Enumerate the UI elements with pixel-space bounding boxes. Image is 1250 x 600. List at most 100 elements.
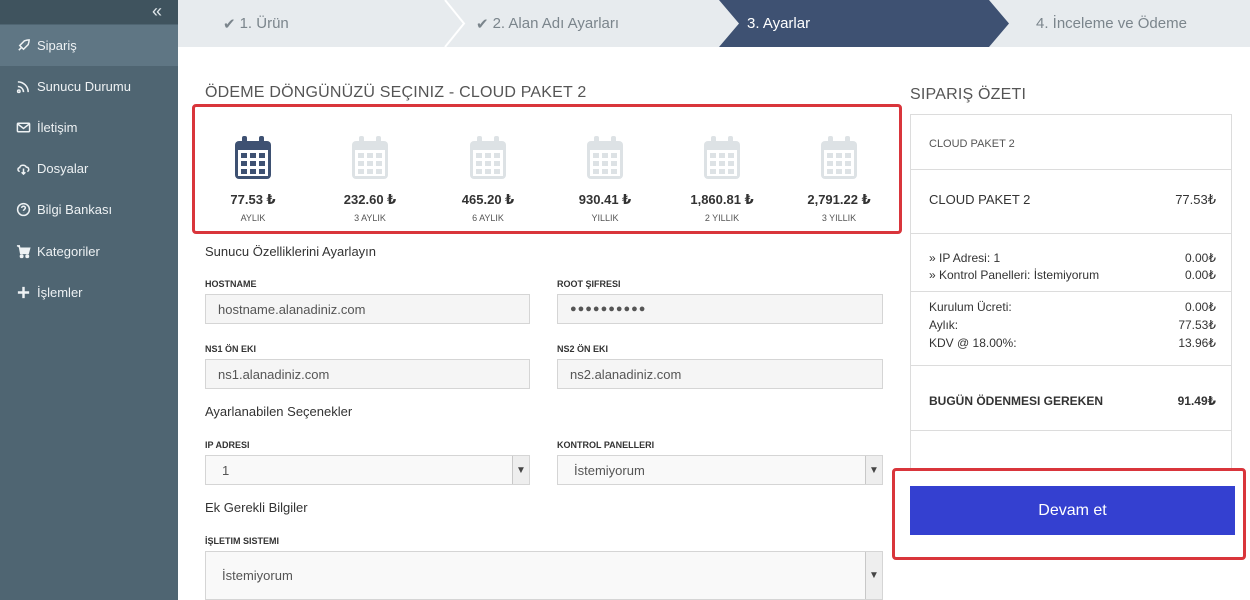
chevron-down-icon: ▼ [865,552,882,599]
sidebar-item-bilgi-bankasi[interactable]: Bilgi Bankası [0,189,178,230]
cycle-period: YILLIK [591,213,619,223]
step-urun[interactable]: ✔ 1. Ürün [223,0,289,47]
billing-cycle-2-yearly[interactable]: 1,860.81 ₺ 2 YILLIK [672,135,772,223]
root-password-input[interactable]: ●●●●●●●●●● [557,294,883,324]
summary-addon-row: » IP Adresi: 1 0.00₺ [929,251,1216,265]
step-label: 3. Ayarlar [747,15,811,32]
summary-product-small-label: CLOUD PAKET 2 [929,138,1015,150]
sidebar-item-label: Sipariş [37,38,77,53]
hostname-input[interactable]: hostname.alanadiniz.com [205,294,530,324]
summary-monthly-row: Aylık: 77.53₺ [929,318,1216,332]
cycle-price: 465.20 ₺ [461,192,515,207]
summary-total-label: BUGÜN ÖDENMESI GEREKEN [929,394,1104,408]
ip-address-select[interactable]: 1 ▼ [205,455,530,485]
sidebar-item-label: Dosyalar [37,161,89,176]
sidebar-item-siparis[interactable]: Sipariş [0,25,178,66]
billing-cycle-monthly[interactable]: 77.53 ₺ AYLIK [203,135,303,223]
summary-monthly-label: Aylık: [929,318,959,332]
summary-monthly-value: 77.53₺ [1178,318,1216,332]
ip-address-value: 1 [222,462,230,478]
step-ayarlar[interactable]: 3. Ayarlar [747,0,810,47]
os-label: İŞLETIM SISTEMI [205,536,280,546]
rss-icon [14,79,32,95]
sidebar-item-label: İşlemler [37,285,83,300]
summary-divider [911,430,1231,431]
ip-address-label: IP ADRESI [205,440,250,450]
checkmark-icon: ✔ [223,15,236,33]
cycle-price: 930.41 ₺ [578,192,632,207]
summary-product-small: CLOUD PAKET 2 [929,138,1216,150]
billing-cycle-box: 77.53 ₺ AYLIK 232.60 ₺ 3 AYLIK 465.20 ₺ … [192,104,902,234]
calendar-icon [587,136,623,179]
sidebar-item-label: Kategoriler [37,244,100,259]
chevron-down-icon: ▼ [512,456,529,484]
summary-addon-label: » Kontrol Panelleri: İstemiyorum [929,268,1100,282]
sidebar-collapse-button[interactable]: « [0,0,178,24]
summary-setup-value: 0.00₺ [1185,300,1216,314]
cycle-period: 3 AYLIK [354,213,386,223]
sidebar: « Sipariş Sunucu Durumu İletişim Dosyala… [0,0,178,600]
summary-product-price: 77.53₺ [1175,192,1216,207]
ns1-label: NS1 ÖN EKI [205,344,257,354]
summary-product-row: CLOUD PAKET 2 77.53₺ [929,192,1216,208]
control-panel-value: İstemiyorum [574,462,645,478]
plus-icon [14,285,32,301]
configurable-options-heading: Ayarlanabilen Seçenekler [205,404,353,419]
cart-icon [14,244,32,260]
ns2-input[interactable]: ns2.alanadiniz.com [557,359,883,389]
order-summary-panel: CLOUD PAKET 2 CLOUD PAKET 2 77.53₺ » IP … [910,114,1232,470]
billing-cycle-3-monthly[interactable]: 232.60 ₺ 3 AYLIK [320,135,420,223]
sidebar-item-dosyalar[interactable]: Dosyalar [0,148,178,189]
summary-setup-row: Kurulum Ücreti: 0.00₺ [929,300,1216,314]
summary-product-name: CLOUD PAKET 2 [929,192,1031,207]
chevron-down-icon: ▼ [865,456,882,484]
order-summary-title: SIPARIŞ ÖZETI [910,86,1027,103]
step-label: 2. Alan Adı Ayarları [492,15,620,32]
summary-setup-label: Kurulum Ücreti: [929,300,1012,314]
summary-addon-value: 0.00₺ [1185,268,1216,282]
cycle-price: 1,860.81 ₺ [690,192,754,207]
hostname-label: HOSTNAME [205,279,257,289]
sidebar-item-iletisim[interactable]: İletişim [0,107,178,148]
cycle-price: 232.60 ₺ [343,192,397,207]
sidebar-item-islemler[interactable]: İşlemler [0,272,178,313]
step-inceleme-ve-odeme[interactable]: 4. İnceleme ve Ödeme [1036,0,1187,47]
summary-divider [911,365,1231,366]
billing-cycle-title: ÖDEME DÖNGÜNÜZÜ SEÇINIZ - CLOUD PAKET 2 [205,84,587,101]
sidebar-item-sunucu-durumu[interactable]: Sunucu Durumu [0,66,178,107]
summary-addon-row: » Kontrol Panelleri: İstemiyorum 0.00₺ [929,268,1216,282]
step-alan-adi-ayarlari[interactable]: ✔ 2. Alan Adı Ayarları [476,0,619,47]
sidebar-item-label: Sunucu Durumu [37,79,131,94]
cycle-price: 2,791.22 ₺ [807,192,871,207]
summary-tax-label: KDV @ 18.00%: [929,336,1017,350]
control-panel-select[interactable]: İstemiyorum ▼ [557,455,883,485]
cycle-period: 6 AYLIK [472,213,504,223]
billing-cycle-6-monthly[interactable]: 465.20 ₺ 6 AYLIK [438,135,538,223]
billing-cycle-yearly[interactable]: 930.41 ₺ YILLIK [555,135,655,223]
double-chevron-left-icon: « [151,1,162,21]
summary-addon-value: 0.00₺ [1185,251,1216,265]
sidebar-item-label: İletişim [37,120,78,135]
calendar-icon [235,136,271,179]
cycle-period: AYLIK [240,213,266,223]
calendar-icon [704,136,740,179]
calendar-icon [352,136,388,179]
summary-addon-label: » IP Adresi: 1 [929,251,1001,265]
os-select[interactable]: İstemiyorum ▼ [205,551,883,600]
control-panel-label: KONTROL PANELLERI [557,440,655,450]
step-label: 1. Ürün [239,15,289,32]
billing-cycle-3-yearly[interactable]: 2,791.22 ₺ 3 YILLIK [789,135,889,223]
cycle-period: 2 YILLIK [704,213,740,223]
checkmark-icon: ✔ [476,15,489,33]
calendar-icon [821,136,857,179]
cycle-price: 77.53 ₺ [230,192,276,207]
summary-tax-row: KDV @ 18.00%: 13.96₺ [929,336,1216,350]
continue-button[interactable]: Devam et [910,486,1235,535]
root-password-label: ROOT ŞIFRESI [557,279,621,289]
extra-info-heading: Ek Gerekli Bilgiler [205,500,308,515]
cloud-download-icon [14,161,32,177]
step-label: 4. İnceleme ve Ödeme [1036,15,1187,32]
sidebar-item-kategoriler[interactable]: Kategoriler [0,231,178,272]
rocket-icon [14,38,32,54]
ns1-input[interactable]: ns1.alanadiniz.com [205,359,530,389]
